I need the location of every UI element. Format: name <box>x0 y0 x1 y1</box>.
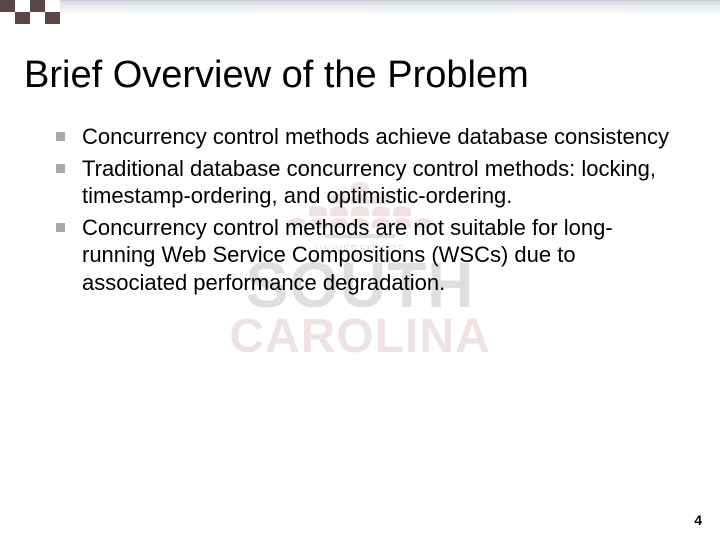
header-bar <box>0 0 720 24</box>
header-checker-icon <box>0 0 60 24</box>
bullet-item: Concurrency control methods achieve data… <box>56 123 686 151</box>
bullet-item: Concurrency control methods are not suit… <box>56 214 686 297</box>
page-number: 4 <box>694 512 702 528</box>
watermark-line3: CAROLINA <box>180 315 540 358</box>
slide-title: Brief Overview of the Problem <box>24 54 686 97</box>
slide-content: Brief Overview of the Problem Concurrenc… <box>0 24 720 296</box>
header-ribbon <box>60 0 720 14</box>
bullet-list: Concurrency control methods achieve data… <box>24 123 686 296</box>
bullet-item: Traditional database concurrency control… <box>56 155 686 210</box>
